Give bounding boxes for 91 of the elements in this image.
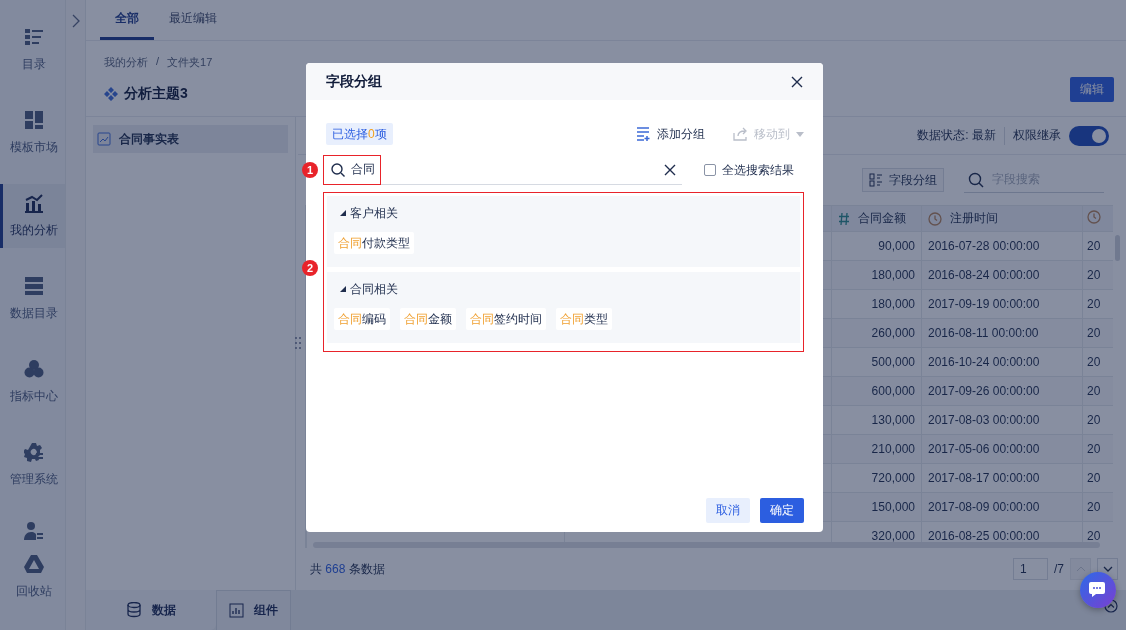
breadcrumb-link[interactable]: 我的分析 xyxy=(104,55,148,71)
chevron-down-icon xyxy=(1102,566,1113,572)
tab[interactable]: 全部 xyxy=(100,0,154,40)
chat-icon xyxy=(1088,581,1108,599)
selection-count: 已选择0项 xyxy=(326,123,393,145)
drag-handle-icon[interactable] xyxy=(295,337,301,349)
table-cell: 2016-08-11 00:00:00 xyxy=(921,318,1083,348)
stack-icon xyxy=(24,276,44,296)
group-name: 客户相关 xyxy=(350,204,398,222)
table-cell: 2017-05-06 00:00:00 xyxy=(921,434,1083,464)
page-total: /7 xyxy=(1054,562,1064,576)
page-title: 分析主题3 xyxy=(124,84,189,103)
table-cell: 500,000 xyxy=(831,347,922,377)
list-icon xyxy=(24,27,44,47)
annotation-badge: 2 xyxy=(302,260,318,276)
data-status-text: 数据状态: 最新 xyxy=(917,127,996,144)
sidebar-item[interactable]: 管理系统 xyxy=(0,433,65,497)
clear-icon[interactable] xyxy=(664,163,676,176)
field-chip[interactable]: 合同编码 xyxy=(334,308,390,330)
permission-label: 权限继承 xyxy=(1013,127,1061,144)
group-list-icon xyxy=(869,173,883,187)
scrollbar[interactable] xyxy=(1115,235,1120,261)
share-icon xyxy=(733,126,748,142)
add-group-button[interactable]: 添加分组 xyxy=(636,125,705,143)
table-cell: 130,000 xyxy=(831,405,922,435)
close-icon[interactable] xyxy=(791,75,803,88)
caret-down-icon xyxy=(796,131,804,137)
search-icon xyxy=(968,171,984,188)
cancel-button[interactable]: 取消 xyxy=(706,498,750,523)
edit-button[interactable]: 编辑 xyxy=(1070,77,1114,102)
table-cell: 90,000 xyxy=(831,231,922,261)
caret-icon[interactable] xyxy=(340,210,346,216)
chart-icon xyxy=(229,602,244,619)
sidebar-item[interactable]: 目录 xyxy=(0,18,65,82)
hash-icon xyxy=(838,211,850,226)
diamond-icon xyxy=(104,86,118,101)
search-icon xyxy=(331,162,345,177)
table-cell: 2017-08-03 00:00:00 xyxy=(921,405,1083,435)
gear-icon xyxy=(24,442,44,462)
field-group-button[interactable]: 字段分组 xyxy=(862,168,944,192)
triangle-icon xyxy=(24,554,44,574)
table-cell: 2016-08-24 00:00:00 xyxy=(921,260,1083,290)
table-cell: 180,000 xyxy=(831,260,922,290)
breadcrumb-link[interactable]: 文件夹17 xyxy=(167,55,213,71)
sidebar-item[interactable]: 模板市场 xyxy=(0,101,65,165)
table-cell: 2017-09-26 00:00:00 xyxy=(921,376,1083,406)
field-chip[interactable]: 合同金额 xyxy=(400,308,456,330)
sidebar-item[interactable]: 数据目录 xyxy=(0,267,65,331)
annotation-badge: 1 xyxy=(302,162,318,178)
table-cell: 720,000 xyxy=(831,463,922,493)
caret-icon[interactable] xyxy=(340,286,346,292)
sidebar-item[interactable]: 指标中心 xyxy=(0,350,65,414)
select-all-checkbox[interactable]: 全选搜索结果 xyxy=(704,161,804,179)
cluster-icon xyxy=(24,359,44,379)
confirm-button[interactable]: 确定 xyxy=(760,498,804,523)
table-list-item[interactable]: 合同事实表 xyxy=(93,125,288,153)
chart-file-icon xyxy=(97,132,111,146)
field-chip[interactable]: 合同付款类型 xyxy=(334,232,414,254)
grid-icon xyxy=(24,110,44,130)
dialog-title: 字段分组 xyxy=(326,72,382,91)
table-cell: 2017-09-19 00:00:00 xyxy=(921,289,1083,319)
clock-icon xyxy=(928,211,942,226)
table-cell: 180,000 xyxy=(831,289,922,319)
toggle-switch[interactable] xyxy=(1069,125,1109,146)
table-cell: 2016-10-24 00:00:00 xyxy=(921,347,1083,377)
field-chip[interactable]: 合同类型 xyxy=(556,308,612,330)
table-cell: 2016-07-28 00:00:00 xyxy=(921,231,1083,261)
record-count: 共 668 条数据 xyxy=(310,560,386,578)
person-icon xyxy=(24,521,44,541)
annotation-box xyxy=(323,155,381,185)
breadcrumb-separator: / xyxy=(156,55,160,69)
table-cell: 600,000 xyxy=(831,376,922,406)
table-cell: 2017-08-17 00:00:00 xyxy=(921,463,1083,493)
database-icon xyxy=(126,602,142,618)
tab[interactable]: 最近编辑 xyxy=(154,0,232,40)
table-cell: 210,000 xyxy=(831,434,922,464)
chevron-right-icon[interactable] xyxy=(71,14,80,28)
page-input[interactable]: 1 xyxy=(1013,558,1048,580)
table-cell: 2017-08-09 00:00:00 xyxy=(921,492,1083,522)
table-cell: 260,000 xyxy=(831,318,922,348)
field-chip[interactable]: 合同签约时间 xyxy=(466,308,546,330)
bottom-tab[interactable]: 数据 xyxy=(86,590,216,630)
search-field[interactable]: 合同 xyxy=(323,155,682,185)
clock-icon xyxy=(1087,210,1101,224)
sidebar-item[interactable]: 我的分析 xyxy=(0,184,65,248)
chart-icon xyxy=(24,193,44,213)
bottom-tab[interactable]: 组件 xyxy=(216,590,291,630)
table-cell: 150,000 xyxy=(831,492,922,522)
sidebar-item[interactable]: 回收站 xyxy=(0,545,65,609)
group-name: 合同相关 xyxy=(350,280,398,298)
add-group-icon xyxy=(636,126,651,142)
